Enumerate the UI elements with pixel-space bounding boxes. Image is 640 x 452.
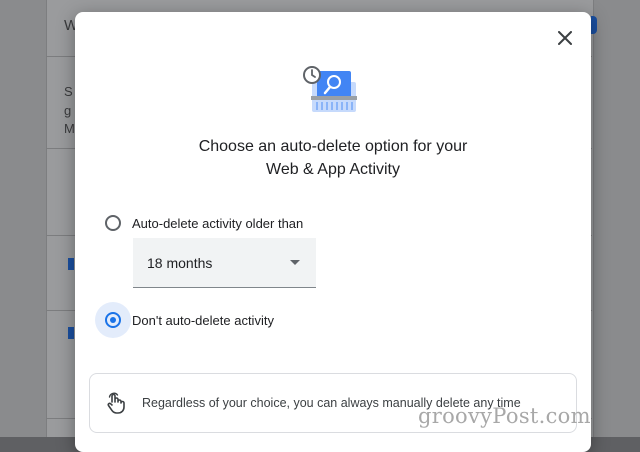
select-value: 18 months (147, 254, 213, 271)
auto-delete-dialog: Choose an auto-delete option for your We… (75, 12, 591, 452)
dropdown-arrow-icon (290, 260, 300, 265)
background-text: g (64, 103, 72, 118)
option-auto-delete[interactable]: Auto-delete activity older than (99, 209, 303, 237)
hand-tap-icon (107, 392, 125, 414)
dialog-heading: Choose an auto-delete option for your We… (75, 135, 591, 181)
radio-dont-auto-delete[interactable] (95, 302, 131, 338)
background-icon (68, 258, 74, 270)
radio-auto-delete[interactable] (99, 209, 127, 237)
option-dont-auto-delete[interactable]: Don't auto-delete activity (95, 302, 274, 338)
auto-delete-period-select[interactable]: 18 months (133, 238, 316, 288)
heading-line-2: Web & App Activity (266, 161, 400, 178)
watermark: groovyPost.com (418, 404, 591, 428)
radio-checked-icon (105, 312, 121, 328)
close-icon (558, 31, 572, 45)
background-text: S (64, 84, 73, 99)
background-text: M (64, 121, 75, 136)
option-label-dont-auto-delete: Don't auto-delete activity (132, 312, 274, 328)
radio-unchecked-icon (105, 215, 121, 231)
background-icon (68, 327, 74, 339)
background-icon (591, 16, 597, 34)
close-button[interactable] (553, 26, 577, 50)
heading-line-1: Choose an auto-delete option for your (198, 138, 468, 155)
auto-delete-illustration (303, 66, 357, 112)
option-label-auto-delete: Auto-delete activity older than (132, 215, 304, 231)
